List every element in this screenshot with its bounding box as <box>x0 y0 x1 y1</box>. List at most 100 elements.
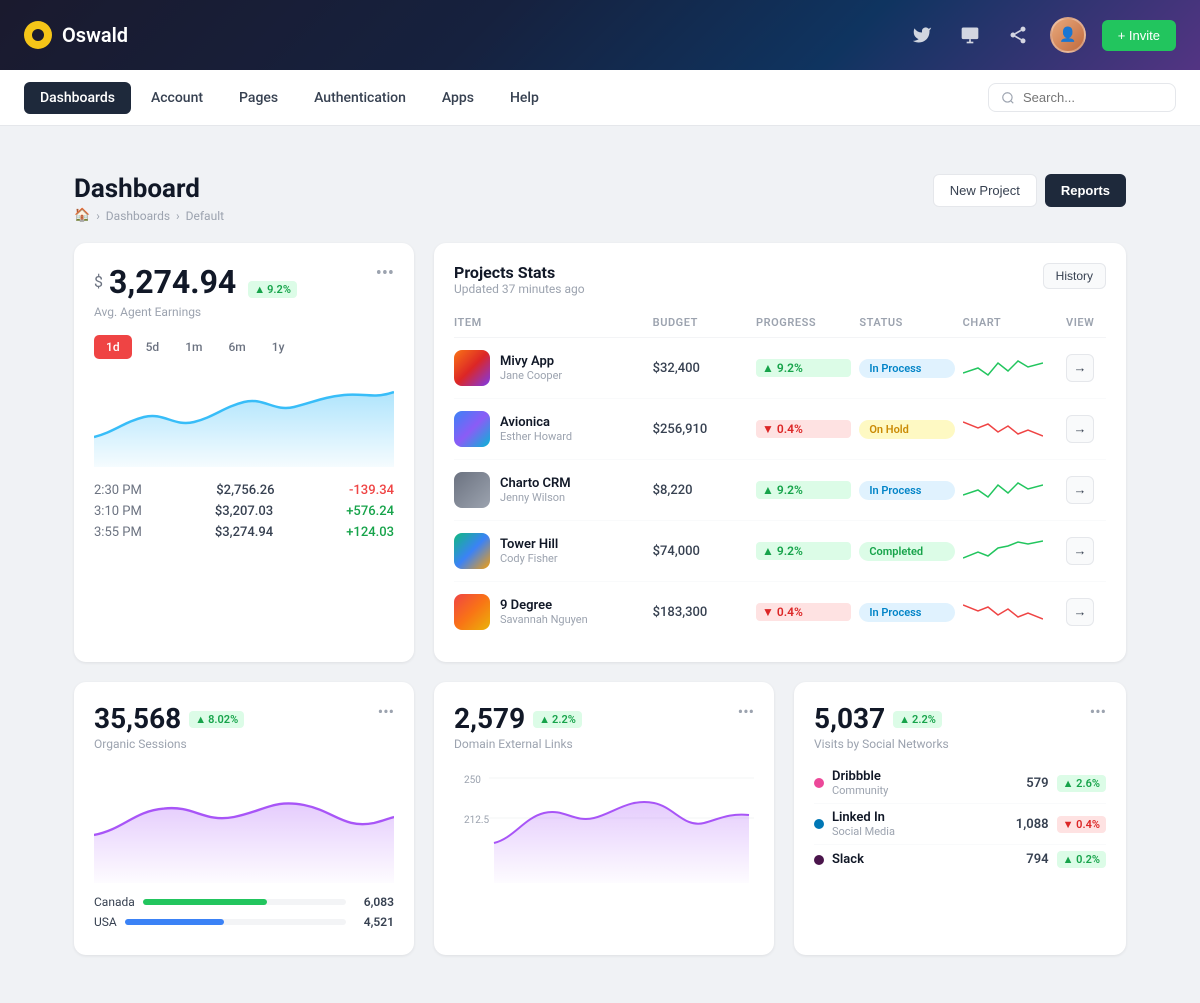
sessions-chart <box>94 763 394 883</box>
col-view: VIEW <box>1066 316 1106 329</box>
breadcrumb-default: Default <box>186 209 224 223</box>
time-tab-1m[interactable]: 1m <box>173 335 214 359</box>
slack-stats: 794 ▲ 0.2% <box>1026 851 1106 868</box>
status-avionica: On Hold <box>859 420 954 439</box>
project-row-avionica: Avionica Esther Howard $256,910 ▼ 0.4% O… <box>454 399 1106 460</box>
time-tab-1d[interactable]: 1d <box>94 335 132 359</box>
domain-amount: 2,579 <box>454 702 525 735</box>
sessions-more[interactable]: ••• <box>378 702 394 721</box>
amount-1: $2,756.26 <box>216 483 274 498</box>
page-content: Dashboard 🏠 › Dashboards › Default New P… <box>50 150 1150 979</box>
view-btn-tower[interactable]: → <box>1066 537 1094 565</box>
domain-more[interactable]: ••• <box>738 702 754 721</box>
projects-card: Projects Stats Updated 37 minutes ago Hi… <box>434 243 1126 662</box>
page-actions: New Project Reports <box>933 174 1126 207</box>
project-row-charto: Charto CRM Jenny Wilson $8,220 ▲ 9.2% In… <box>454 460 1106 521</box>
nav-item-dashboards[interactable]: Dashboards <box>24 82 131 114</box>
budget-9degree: $183,300 <box>653 605 748 620</box>
logo-inner <box>32 29 44 41</box>
budget-tower: $74,000 <box>653 544 748 559</box>
project-details-9degree: 9 Degree Savannah Nguyen <box>500 598 588 626</box>
social-row-slack: Slack 794 ▲ 0.2% <box>814 845 1106 874</box>
dribbble-badge: ▲ 2.6% <box>1057 775 1106 792</box>
logo-text: Oswald <box>62 23 128 47</box>
search-icon <box>1001 91 1015 105</box>
earnings-chart <box>94 367 394 467</box>
geo-row-usa: USA 4,521 <box>94 915 394 929</box>
dribbble-count: 579 <box>1026 776 1048 791</box>
view-btn-mivy[interactable]: → <box>1066 354 1094 382</box>
social-more[interactable]: ••• <box>1090 702 1106 721</box>
table-header: ITEM BUDGET PROGRESS STATUS CHART VIEW <box>454 308 1106 338</box>
change-2: +576.24 <box>346 504 394 519</box>
bottom-row: 35,568 ▲ 8.02% Organic Sessions ••• <box>74 682 1126 955</box>
breadcrumb-dashboards[interactable]: Dashboards <box>106 209 170 223</box>
col-chart: CHART <box>963 316 1058 329</box>
search-input[interactable] <box>1023 90 1163 105</box>
nav-item-help[interactable]: Help <box>494 82 555 114</box>
more-icon[interactable]: ••• <box>376 263 394 284</box>
earnings-row-2: 3:10 PM $3,207.03 +576.24 <box>94 504 394 519</box>
earnings-badge: ▲ 9.2% <box>248 281 297 298</box>
breadcrumb-sep1: › <box>96 209 100 223</box>
time-tab-6m[interactable]: 6m <box>216 335 257 359</box>
social-info-linkedin: Linked In Social Media <box>814 810 895 838</box>
reports-button[interactable]: Reports <box>1045 174 1126 207</box>
avatar[interactable]: 👤 <box>1050 17 1086 53</box>
sparkline-avionica <box>963 414 1043 444</box>
social-row-linkedin: Linked In Social Media 1,088 ▼ 0.4% <box>814 804 1106 845</box>
status-9degree: In Process <box>859 603 954 622</box>
project-info-mivy: Mivy App Jane Cooper <box>454 350 645 386</box>
view-btn-9degree[interactable]: → <box>1066 598 1094 626</box>
view-btn-charto[interactable]: → <box>1066 476 1094 504</box>
nav-item-authentication[interactable]: Authentication <box>298 82 422 114</box>
breadcrumb-sep2: › <box>176 209 180 223</box>
linkedin-name: Linked In <box>832 810 895 825</box>
nav-item-apps[interactable]: Apps <box>426 82 490 114</box>
domain-card: 2,579 ▲ 2.2% Domain External Links ••• <box>434 682 774 955</box>
slack-details: Slack <box>832 852 864 867</box>
up-arrow-icon: ▲ <box>254 283 265 296</box>
project-row-tower: Tower Hill Cody Fisher $74,000 ▲ 9.2% Co… <box>454 521 1106 582</box>
earnings-amount-row: $ 3,274.94 ▲ 9.2% <box>94 263 297 301</box>
bird-icon[interactable] <box>906 19 938 51</box>
monitor-icon[interactable] <box>954 19 986 51</box>
progress-mivy: ▲ 9.2% <box>756 359 851 377</box>
change-1: -139.34 <box>349 483 394 498</box>
project-name-charto: Charto CRM <box>500 476 571 491</box>
linkedin-count: 1,088 <box>1016 817 1049 832</box>
nav-item-pages[interactable]: Pages <box>223 82 294 114</box>
progress-tower: ▲ 9.2% <box>756 542 851 560</box>
linkedin-details: Linked In Social Media <box>832 810 895 838</box>
dribbble-stats: 579 ▲ 2.6% <box>1026 775 1106 792</box>
share-icon[interactable] <box>1002 19 1034 51</box>
main-cards-row: $ 3,274.94 ▲ 9.2% Avg. Agent Earnings ••… <box>74 243 1126 662</box>
col-budget: BUDGET <box>653 316 748 329</box>
linkedin-badge: ▼ 0.4% <box>1057 816 1106 833</box>
project-row-mivy: Mivy App Jane Cooper $32,400 ▲ 9.2% In P… <box>454 338 1106 399</box>
amount-3: $3,274.94 <box>215 525 273 540</box>
progress-avionica: ▼ 0.4% <box>756 420 851 438</box>
nav-item-account[interactable]: Account <box>135 82 219 114</box>
svg-text:250: 250 <box>464 775 481 786</box>
social-rows: Dribbble Community 579 ▲ 2.6% Linked In <box>814 763 1106 874</box>
time-tab-1y[interactable]: 1y <box>260 335 297 359</box>
project-owner-9degree: Savannah Nguyen <box>500 613 588 626</box>
geo-rows: Canada 6,083 USA 4,521 <box>94 895 394 929</box>
earnings-amount: 3,274.94 <box>109 263 236 301</box>
linkedin-stats: 1,088 ▼ 0.4% <box>1016 816 1106 833</box>
time-tab-5d[interactable]: 5d <box>134 335 172 359</box>
project-name-9degree: 9 Degree <box>500 598 588 613</box>
time-2: 3:10 PM <box>94 504 142 519</box>
change-3: +124.03 <box>346 525 394 540</box>
social-info-dribbble: Dribbble Community <box>814 769 888 797</box>
slack-badge: ▲ 0.2% <box>1057 851 1106 868</box>
history-button[interactable]: History <box>1043 263 1106 289</box>
social-info-slack: Slack <box>814 852 864 867</box>
new-project-button[interactable]: New Project <box>933 174 1037 207</box>
dribbble-sub: Community <box>832 784 888 797</box>
invite-button[interactable]: + Invite <box>1102 20 1176 51</box>
view-btn-avionica[interactable]: → <box>1066 415 1094 443</box>
projects-title: Projects Stats <box>454 263 585 282</box>
sparkline-charto <box>963 475 1043 505</box>
